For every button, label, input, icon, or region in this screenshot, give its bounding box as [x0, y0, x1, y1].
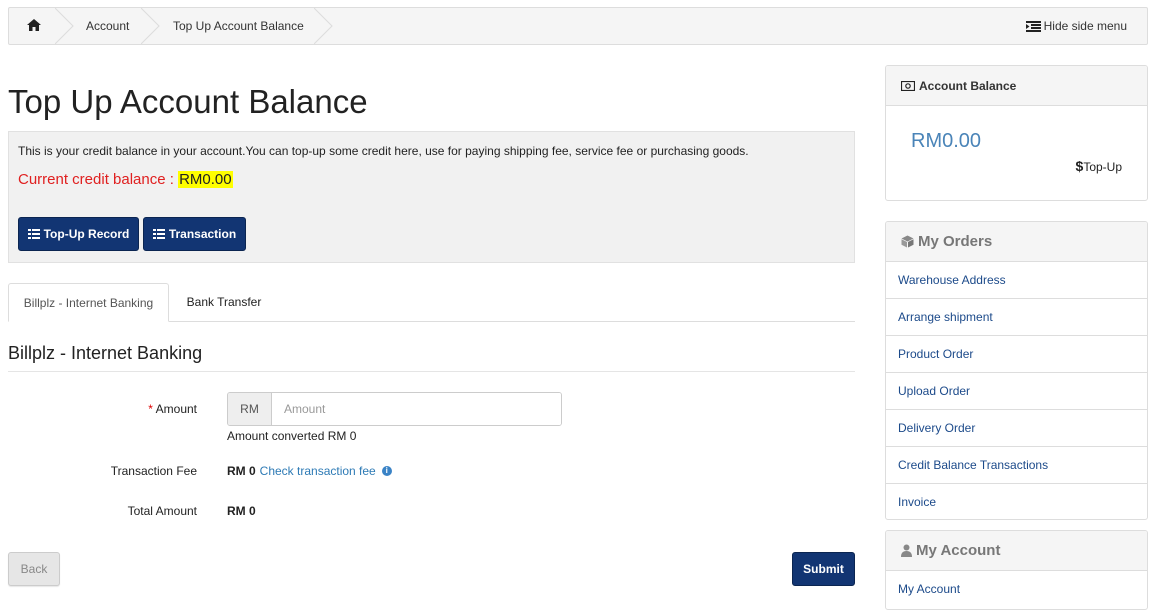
home-icon[interactable] [27, 8, 47, 44]
account-balance-header: Account Balance [886, 66, 1147, 106]
sidebar-item-my-account[interactable]: My Account [886, 571, 1147, 608]
my-account-header: My Account [886, 531, 1147, 571]
credit-balance-label: Current credit balance : [18, 171, 179, 188]
account-balance-panel: Account Balance RM0.00 $Top-Up [885, 65, 1148, 201]
breadcrumb-separator [55, 8, 74, 44]
user-icon [901, 544, 912, 557]
sidebar-item-delivery-order[interactable]: Delivery Order [886, 410, 1147, 447]
total-amount-label: Total Amount [127, 504, 197, 518]
info-text: This is your credit balance in your acco… [18, 144, 749, 158]
breadcrumb-separator [141, 8, 160, 44]
indent-icon [1025, 20, 1041, 32]
credit-balance-line: Current credit balance : RM0.00 [18, 171, 233, 188]
amount-label-text: Amount [155, 402, 197, 416]
amount-input-group: RM [227, 392, 562, 426]
hide-side-menu-label: Hide side menu [1043, 19, 1127, 33]
account-balance-title: Account Balance [919, 78, 1017, 93]
transaction-fee-value: RM 0 Check transaction fee i [227, 464, 392, 478]
amount-converted-text: Amount converted RM 0 [227, 429, 357, 443]
info-icon[interactable]: i [381, 466, 392, 476]
page-title: Top Up Account Balance [8, 83, 368, 120]
transaction-button[interactable]: Transaction [143, 217, 246, 251]
currency-addon: RM [228, 393, 272, 425]
my-account-title: My Account [916, 542, 1001, 559]
hide-side-menu-button[interactable]: Hide side menu [1025, 8, 1127, 44]
check-transaction-fee-link[interactable]: Check transaction fee [260, 464, 376, 478]
amount-input[interactable] [272, 393, 561, 425]
my-orders-panel: My Orders Warehouse Address Arrange ship… [885, 221, 1148, 520]
tab-bank-transfer[interactable]: Bank Transfer [172, 283, 276, 322]
list-icon [27, 229, 40, 239]
sidebar-item-invoice[interactable]: Invoice [886, 484, 1147, 519]
back-button[interactable]: Back [8, 552, 60, 586]
breadcrumb-separator [314, 8, 333, 44]
transaction-fee-amount: RM 0 [227, 464, 256, 478]
sidebar-item-product-order[interactable]: Product Order [886, 336, 1147, 373]
sidebar-item-arrange-shipment[interactable]: Arrange shipment [886, 299, 1147, 336]
list-icon [152, 229, 165, 239]
breadcrumb: Account Top Up Account Balance Hide side… [8, 7, 1148, 45]
topup-record-button[interactable]: Top-Up Record [18, 217, 139, 251]
breadcrumb-current: Top Up Account Balance [173, 19, 304, 33]
breadcrumb-account[interactable]: Account [86, 8, 129, 44]
money-icon [901, 80, 915, 91]
sidebar-topup-link[interactable]: $Top-Up [1076, 158, 1122, 174]
my-orders-title: My Orders [918, 233, 993, 250]
sidebar-topup-label: Top-Up [1083, 160, 1122, 174]
transaction-label: Transaction [168, 227, 237, 241]
section-title: Billplz - Internet Banking [8, 343, 203, 363]
topup-record-label: Top-Up Record [43, 227, 130, 241]
section-divider [8, 371, 855, 372]
transaction-fee-label: Transaction Fee [110, 464, 197, 478]
tab-billplz[interactable]: Billplz - Internet Banking [8, 283, 169, 322]
my-account-panel: My Account My Account [885, 530, 1148, 610]
total-amount-value: RM 0 [227, 504, 256, 518]
credit-balance-value: RM0.00 [178, 171, 233, 188]
my-orders-header: My Orders [886, 222, 1147, 262]
required-mark: * [148, 402, 153, 416]
sidebar-item-credit-balance-transactions[interactable]: Credit Balance Transactions [886, 447, 1147, 484]
sidebar-item-warehouse-address[interactable]: Warehouse Address [886, 262, 1147, 299]
credit-info-box: This is your credit balance in your acco… [8, 131, 855, 263]
submit-button[interactable]: Submit [792, 552, 855, 586]
account-balance-amount: RM0.00 [911, 130, 982, 152]
sidebar-item-upload-order[interactable]: Upload Order [886, 373, 1147, 410]
amount-label: * Amount [7, 402, 197, 416]
cube-icon [901, 235, 914, 248]
